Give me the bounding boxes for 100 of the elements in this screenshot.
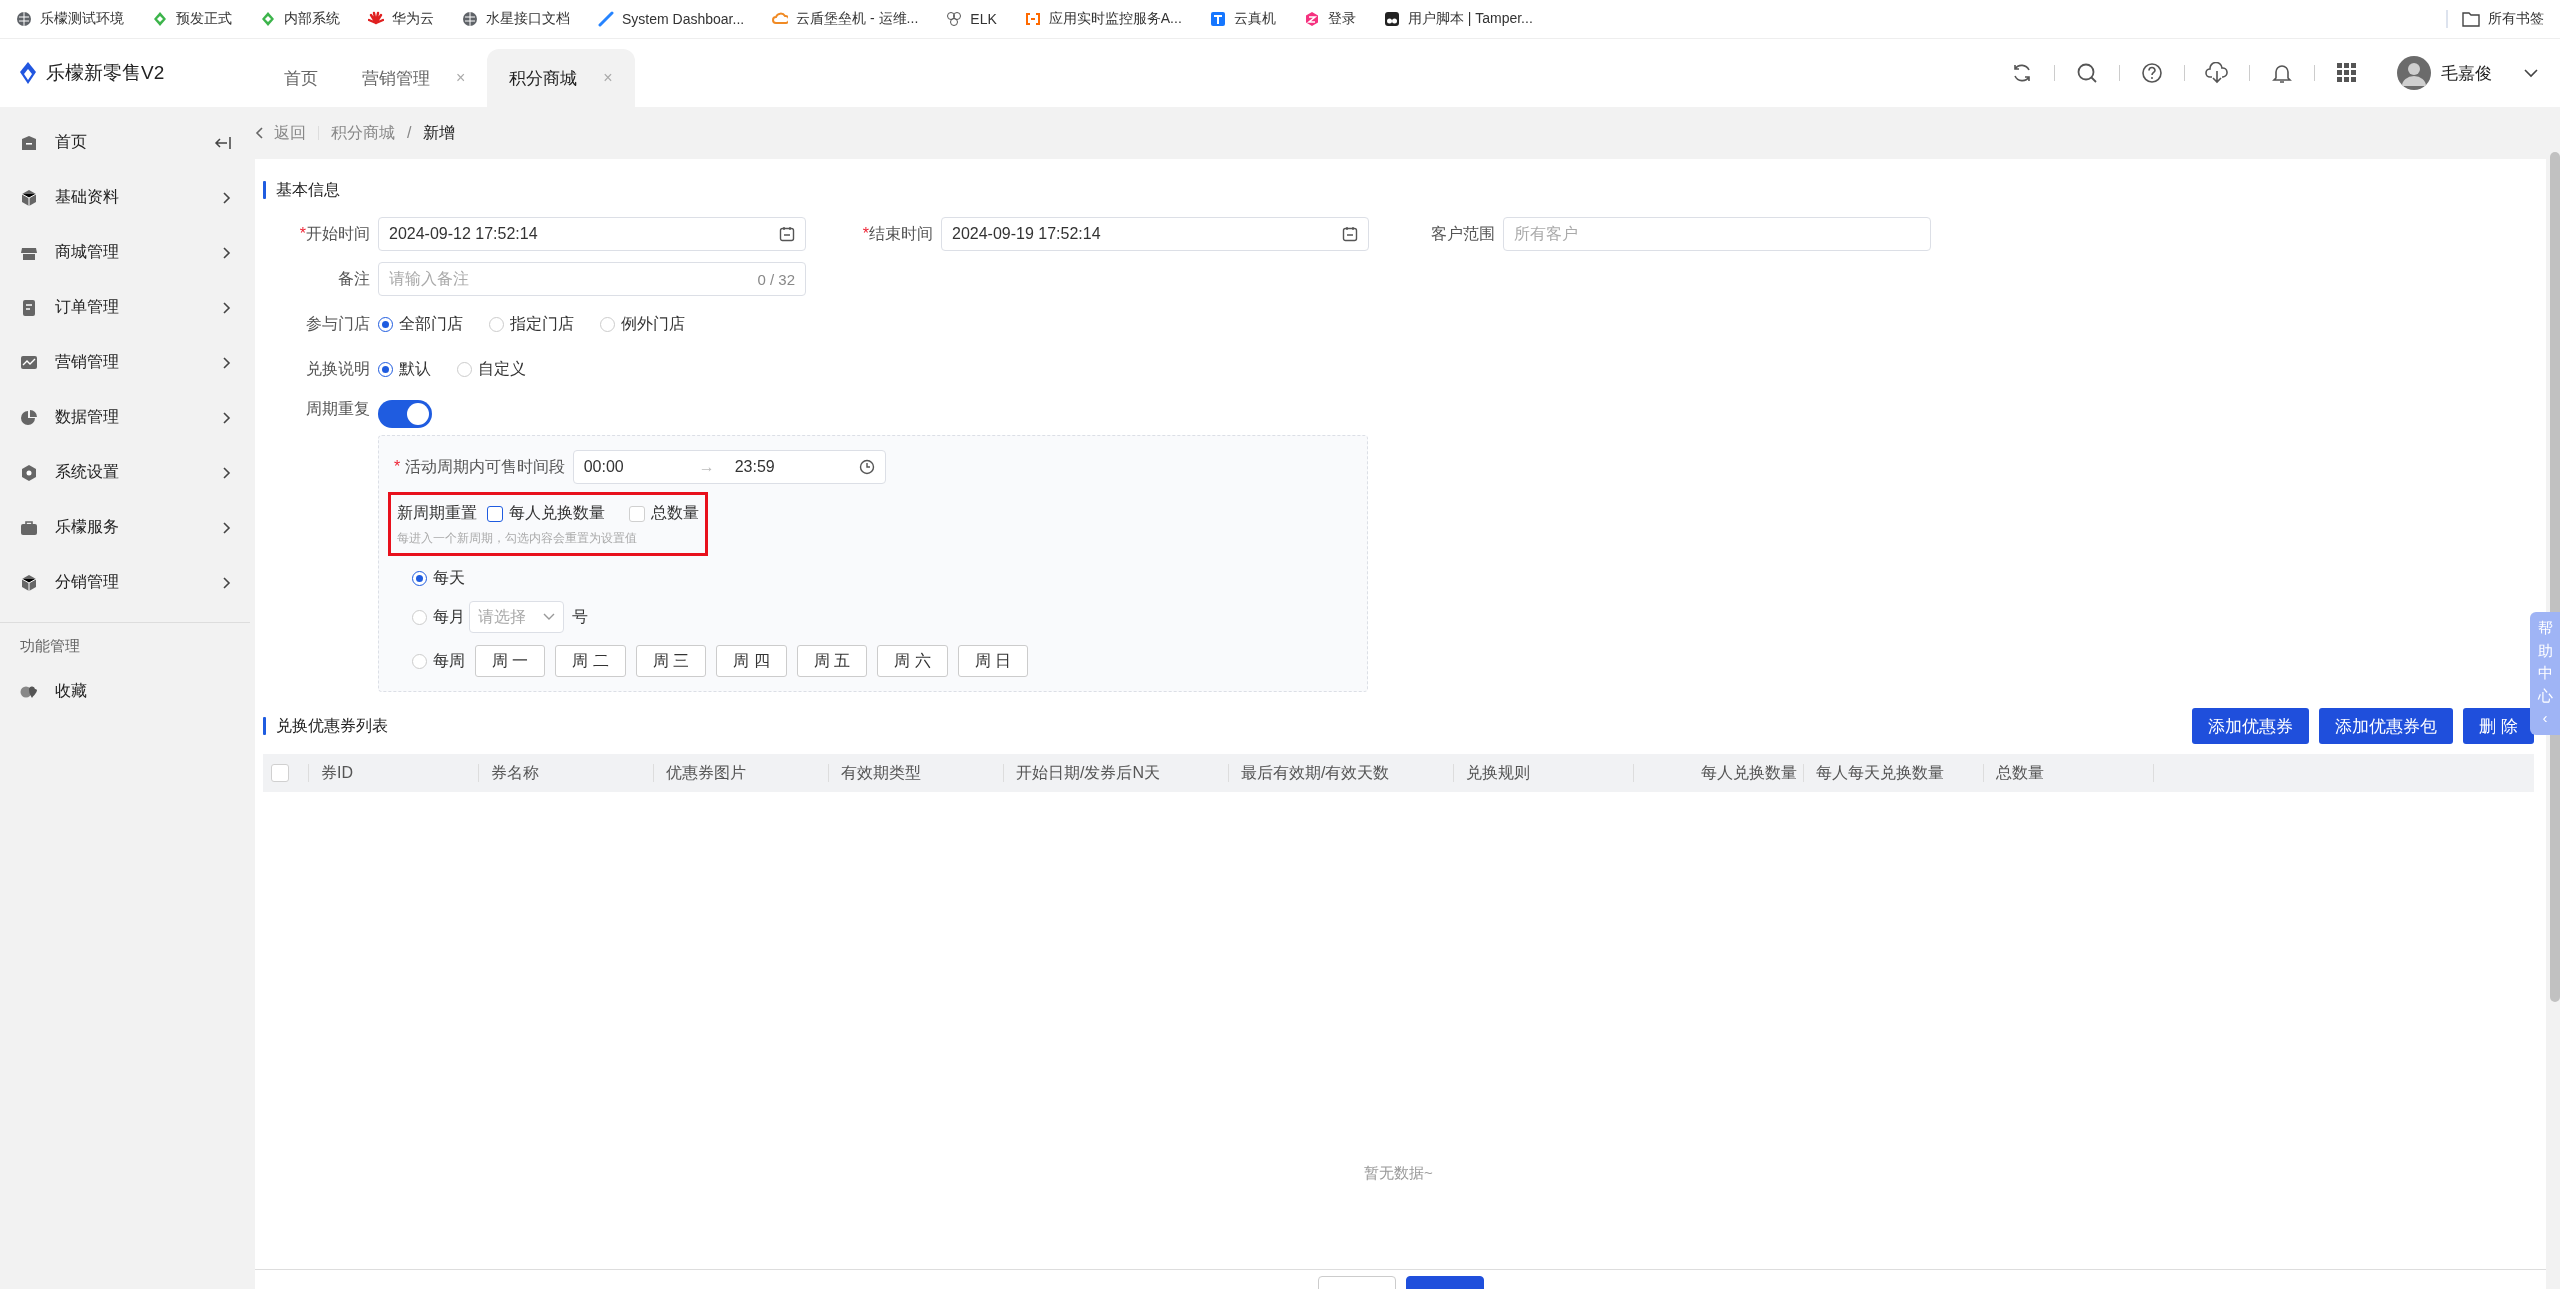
weekday-button[interactable]: 周 六: [877, 645, 948, 677]
input-field[interactable]: 请输入备注 0 / 32: [378, 262, 806, 296]
select-all-checkbox[interactable]: [271, 764, 289, 782]
field-label: *开始时间: [298, 223, 371, 244]
field-label: *结束时间: [861, 223, 934, 244]
app-logo-text: 乐檬新零售V2: [46, 61, 165, 85]
toggle-switch[interactable]: [378, 400, 432, 428]
weekday-button[interactable]: 周 四: [716, 645, 787, 677]
hearts-icon: [20, 683, 38, 700]
avatar[interactable]: [2397, 56, 2431, 90]
radio-option[interactable]: 自定义: [457, 358, 526, 380]
field-suffix: 号: [572, 606, 588, 627]
bookmark-link[interactable]: 乐檬测试环境: [40, 10, 124, 28]
refresh-icon[interactable]: [2011, 62, 2033, 84]
weekday-button[interactable]: 周 二: [555, 645, 626, 677]
user-name[interactable]: 毛嘉俊: [2441, 61, 2492, 85]
action-button[interactable]: 添加优惠券: [2192, 708, 2310, 744]
weekday-button[interactable]: 周 一: [475, 645, 546, 677]
bookmark-link[interactable]: System Dashboar...: [622, 11, 745, 27]
diamond-icon: [260, 11, 276, 27]
action-button[interactable]: 删 除: [2463, 708, 2534, 744]
sidebar-item[interactable]: 数据管理: [0, 390, 250, 445]
bookmark-link[interactable]: ELK: [970, 11, 997, 27]
search-icon[interactable]: [2076, 62, 2098, 84]
column-header: 开始日期/发券后N天: [1003, 764, 1228, 782]
page-tab[interactable]: 积分商城 ×: [487, 49, 635, 107]
radio-option[interactable]: 指定门店: [489, 313, 574, 335]
chevron-down-icon[interactable]: [2524, 68, 2538, 78]
bookmark-link[interactable]: 应用实时监控服务A...: [1048, 10, 1182, 28]
hexagon-icon: [1303, 11, 1320, 27]
cloud-icon: [772, 11, 789, 27]
globe-icon: [462, 11, 478, 27]
sidebar-item[interactable]: 营销管理: [0, 335, 250, 390]
checkbox-option[interactable]: 总数量: [629, 503, 699, 524]
sidebar-item[interactable]: 收藏: [0, 664, 250, 719]
cloud-download-icon[interactable]: [2205, 62, 2229, 84]
globe-icon: [16, 11, 32, 27]
weekday-button[interactable]: 周 三: [635, 645, 707, 677]
bookmark-link[interactable]: 登录: [1327, 10, 1356, 28]
apps-grid-icon[interactable]: [2337, 63, 2357, 83]
radio-option[interactable]: 例外门店: [600, 313, 685, 335]
checkbox-option[interactable]: 每人兑换数量: [487, 503, 605, 524]
petal-icon: [368, 11, 384, 27]
field-label: 周期重复: [305, 399, 371, 419]
field-label: 兑换说明: [305, 358, 371, 379]
column-header: 每人兑换数量: [1633, 764, 1803, 782]
radio-option[interactable]: 每月: [412, 606, 465, 628]
bookmark-link[interactable]: 云真机: [1233, 10, 1276, 28]
column-header: 最后有效期/有效天数: [1228, 764, 1453, 782]
circles-icon: [1383, 11, 1400, 27]
calendar-icon: [1342, 226, 1358, 242]
page-tab[interactable]: 首页: [262, 49, 340, 107]
t-square-icon: [1209, 11, 1226, 27]
all-bookmarks-link[interactable]: 所有书签: [2488, 10, 2544, 28]
sidebar-item[interactable]: 分销管理: [0, 555, 250, 610]
field-label: 客户范围: [1430, 223, 1496, 244]
weekday-button[interactable]: 周 五: [796, 645, 868, 677]
sidebar-item[interactable]: 订单管理: [0, 280, 250, 335]
chevron-left-icon: [255, 127, 264, 139]
field-label: 备注: [337, 268, 371, 289]
bookmark-link[interactable]: 水星接口文档: [486, 10, 570, 28]
radio-option[interactable]: 默认: [378, 358, 431, 380]
time-range-field[interactable]: 00:00 → 23:59: [572, 450, 886, 484]
field-label: * 活动周期内可售时间段: [394, 456, 565, 477]
radio-option[interactable]: 全部门店: [378, 313, 463, 335]
collapse-icon[interactable]: [214, 135, 232, 150]
chevron-down-icon: [543, 613, 555, 621]
weekday-button[interactable]: 周 日: [957, 645, 1029, 677]
brackets-icon: [1024, 11, 1041, 27]
chevron-right-icon: [220, 301, 232, 314]
radio-option[interactable]: 每周: [412, 650, 465, 672]
date-field[interactable]: 2024-09-12 17:52:14: [378, 217, 806, 251]
house-icon: [20, 133, 38, 152]
empty-state-text: 暂无数据~: [1364, 1164, 1433, 1183]
bookmark-link[interactable]: 用户脚本 | Tamper...: [1407, 10, 1533, 28]
chevron-right-icon: [220, 521, 232, 534]
sidebar-item[interactable]: 乐檬服务: [0, 500, 250, 555]
bookmark-link[interactable]: 内部系统: [284, 10, 340, 28]
bell-icon[interactable]: [2271, 62, 2293, 84]
action-button[interactable]: 添加优惠券包: [2319, 708, 2454, 744]
chart-icon: [20, 353, 38, 372]
bookmark-link[interactable]: 华为云: [392, 10, 434, 28]
help-icon[interactable]: [2141, 62, 2163, 84]
sidebar-item[interactable]: 首页: [0, 115, 250, 170]
bookmark-link[interactable]: 云盾堡垒机 - 运维...: [796, 10, 919, 28]
page-tab[interactable]: 营销管理 ×: [340, 49, 488, 107]
field-label: 新周期重置: [397, 503, 477, 523]
chevron-right-icon: [220, 576, 232, 589]
radio-option[interactable]: 每天: [412, 568, 1352, 589]
document-icon: [20, 298, 38, 317]
chevron-right-icon: [220, 466, 232, 479]
section-title: 兑换优惠券列表: [276, 715, 388, 736]
sidebar-item[interactable]: 基础资料: [0, 170, 250, 225]
sidebar-item[interactable]: 商城管理: [0, 225, 250, 280]
date-field[interactable]: 2024-09-19 17:52:14: [941, 217, 1369, 251]
calendar-icon: [779, 226, 795, 242]
column-header: 兑换规则: [1453, 764, 1633, 782]
column-header: 总数量: [1983, 764, 2153, 782]
bookmark-link[interactable]: 预发正式: [176, 10, 232, 28]
sidebar-item[interactable]: 系统设置: [0, 445, 250, 500]
